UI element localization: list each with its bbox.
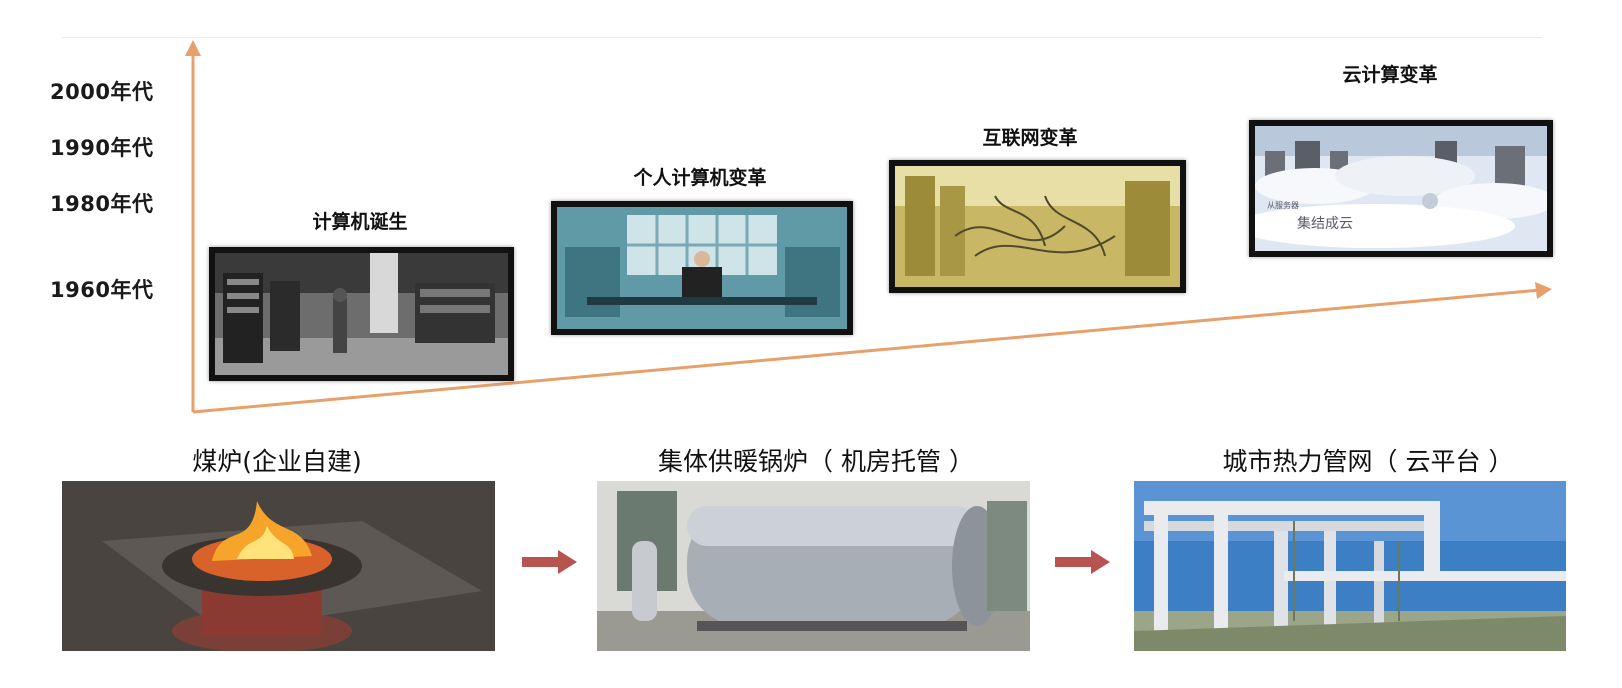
stage-image-city-heat-network [1134,481,1566,651]
flow-arrow-2 [1055,550,1110,578]
trend-arrow-head [1535,282,1552,299]
era-image-cloud: 从服务器 集结成云 [1249,120,1553,257]
stage-title-city-heat-network: 城市热力管网（ 云平台 ） [1222,447,1514,476]
stage-image-central-boiler [597,481,1030,651]
y-label-1960s: 1960年代 [50,278,154,302]
stage-title-central-boiler: 集体供暖锅炉（ 机房托管 ） [658,447,974,476]
era-title-pc-revolution: 个人计算机变革 [633,167,767,189]
cloud-caption: 集结成云 [1297,215,1353,232]
era-image-network [889,160,1186,293]
era-title-cloud-revolution: 云计算变革 [1342,64,1438,86]
stage-image-coal-stove [62,481,495,651]
era-image-personal-computer [551,201,853,335]
era-image-mainframe [209,247,514,381]
y-label-1980s: 1980年代 [50,192,154,216]
cloud-caption-small: 从服务器 [1267,200,1299,210]
era-title-computer-birth: 计算机诞生 [312,211,408,233]
y-label-1990s: 1990年代 [50,136,154,160]
flow-arrow-1 [522,550,577,578]
stage-title-coal-stove: 煤炉(企业自建) [192,447,362,476]
y-label-2000s: 2000年代 [50,80,154,104]
era-title-internet-revolution: 互联网变革 [982,127,1078,149]
vertical-axis-arrowhead [185,40,201,56]
